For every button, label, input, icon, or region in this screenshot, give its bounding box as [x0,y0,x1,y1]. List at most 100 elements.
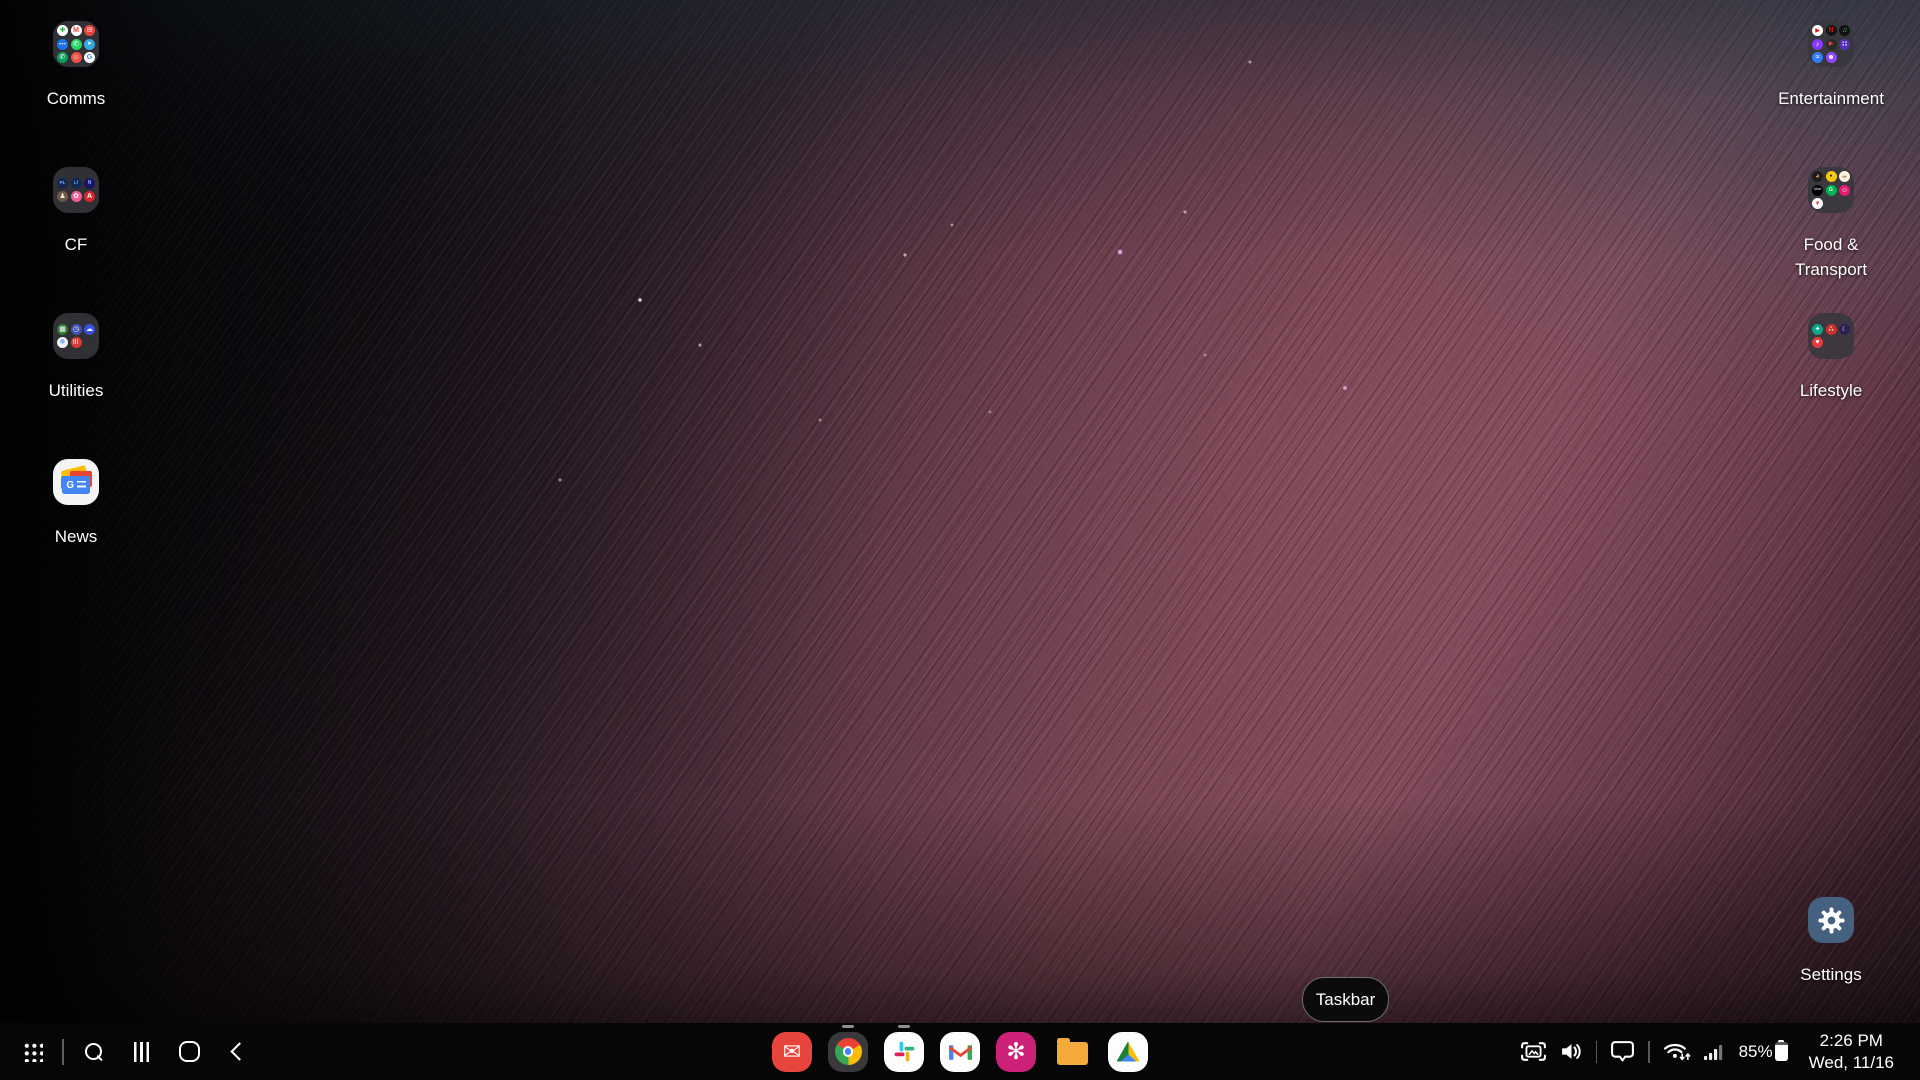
folder-food-transport-label: Food & Transport [1775,233,1887,282]
clock-date: Wed, 11/16 [1809,1052,1894,1074]
taskbar-status-group: 85% 2:26 PM Wed, 11/16 [1520,1023,1894,1080]
google-news-icon: G [53,459,99,505]
statue-app-mini-icon: ♟ [57,191,68,202]
google-drive-app-button[interactable] [1108,1032,1148,1072]
speaker-icon [1560,1041,1583,1062]
status-divider [1596,1041,1598,1063]
home-button[interactable] [172,1030,208,1074]
google-drive-icon [1117,1042,1140,1062]
music-mini-icon: ♪ [1812,39,1823,50]
google-chat-mini-icon: ✚ [57,25,68,36]
my-files-folder-icon [1057,1042,1088,1065]
gallery-app-button[interactable]: ✻ [996,1032,1036,1072]
home-icon [179,1041,200,1062]
folder-comms[interactable]: ✚ M ✉ ⋯ ✆ ➤ ✆ ☺ G Comms [6,21,146,112]
google-maps-mini-icon: ▼ [1812,198,1823,209]
cafe-app-mini-icon: ☕ [1839,171,1850,182]
uber-mini-icon: Uber [1812,185,1823,196]
recents-button[interactable] [124,1030,160,1074]
health-mini-icon: ♥ [1812,337,1823,348]
foodpanda-mini-icon: ☺ [1839,185,1850,196]
taskbar-nav-group [14,1023,256,1080]
netflix-mini-icon: N [1826,25,1837,36]
chrome-icon [835,1038,862,1065]
slack-icon [893,1040,916,1063]
snowflake-app-mini-icon: ❄ [57,337,68,348]
phone-mini-icon: ✆ [57,52,68,63]
finance-app-1-mini-icon: PL [57,178,68,189]
folder-utilities-label: Utilities [49,379,104,404]
signal-bars-icon [1704,1043,1726,1061]
twitch-mini-icon: ☻ [1826,52,1837,63]
screen-capture-button[interactable] [1520,1041,1547,1062]
chrome-running-indicator [842,1025,854,1029]
wave-music-mini-icon: ≈ [1812,52,1823,63]
settings-gear-icon [1808,897,1854,943]
app-settings[interactable]: Settings [1761,897,1901,988]
night-app-mini-icon: ☾ [1839,324,1850,335]
entertainment-folder-icon: ▶ N ♫ ♪ ▶ ∷ ≈ ☻ [1808,21,1854,67]
clock-mini-icon: ◷ [71,324,82,335]
battery-percent-text: 85% [1739,1042,1773,1062]
wifi-icon [1663,1041,1691,1062]
weather-mini-icon: ☁ [84,324,95,335]
yt-music-mini-icon: ▶ [1826,39,1837,50]
folder-food-transport[interactable]: ◕ ● ☕ Uber G ☺ ▼ Food & Transport [1761,167,1901,282]
screen-capture-icon [1520,1041,1547,1062]
taskbar-tooltip: Taskbar [1302,977,1389,1022]
voice-recorder-mini-icon: ||| [71,337,82,348]
gmail-app-button[interactable] [940,1032,980,1072]
clock[interactable]: 2:26 PM Wed, 11/16 [1809,1030,1894,1074]
chat-bubble-icon [1610,1040,1635,1063]
folder-cf-label: CF [65,233,88,258]
my-files-app-button[interactable] [1052,1032,1092,1072]
taskbar-divider [62,1039,64,1065]
messages-status-button[interactable] [1610,1040,1635,1063]
grab-mini-icon: G [1826,185,1837,196]
food-transport-folder-icon: ◕ ● ☕ Uber G ☺ ▼ [1808,167,1854,213]
acrobat-mini-icon: A [84,191,95,202]
slack-app-button[interactable] [884,1032,924,1072]
taskbar-tooltip-label: Taskbar [1316,990,1376,1010]
folder-lifestyle[interactable]: ✦ ∴ ☾ ♥ Lifestyle [1761,313,1901,404]
chrome-app-button[interactable] [828,1032,868,1072]
search-button[interactable] [76,1030,112,1074]
news-front-sheet: G [62,476,90,494]
gmail-mini-icon: M [71,25,82,36]
utilities-folder-icon: ▦ ◷ ☁ ❄ ||| [53,313,99,359]
app-news[interactable]: G News [6,459,146,550]
recents-icon [134,1042,149,1062]
folder-utilities[interactable]: ▦ ◷ ☁ ❄ ||| Utilities [6,313,146,404]
samsung-email-app-button[interactable]: ✉ [772,1032,812,1072]
finance-app-2-mini-icon: Lf [71,178,82,189]
status-divider [1648,1041,1650,1063]
comms-folder-icon: ✚ M ✉ ⋯ ✆ ➤ ✆ ☺ G [53,21,99,67]
taskbar: ✉ ✻ [0,1023,1920,1080]
yellow-food-app-mini-icon: ● [1826,171,1837,182]
back-button[interactable] [220,1030,256,1074]
purple-grid-app-mini-icon: ∷ [1839,39,1850,50]
food-delivery-mini-icon: ◕ [1812,171,1823,182]
finance-app-3-mini-icon: N [84,178,95,189]
taskbar-pinned-apps: ✉ ✻ [772,1023,1148,1080]
app-grid-icon [22,1041,43,1062]
lifestyle-folder-icon: ✦ ∴ ☾ ♥ [1808,313,1854,359]
clock-time: 2:26 PM [1809,1030,1894,1052]
wifi-status[interactable] [1663,1041,1691,1062]
app-drawer-button[interactable] [14,1030,50,1074]
folder-lifestyle-label: Lifestyle [1800,379,1862,404]
fitness-mini-icon: ✦ [1812,324,1823,335]
calendar-mini-icon: ▦ [57,324,68,335]
app-settings-label: Settings [1800,963,1861,988]
app-news-label: News [55,525,98,550]
email-envelope-icon: ✉ [783,1039,801,1065]
wallpaper[interactable] [0,0,1920,1080]
pets-mini-icon: ∴ [1826,324,1837,335]
folder-cf[interactable]: PL Lf N ♟ ✿ A CF [6,167,146,258]
signal-status[interactable] [1704,1043,1726,1061]
contacts-mini-icon: ☺ [71,52,82,63]
folder-entertainment[interactable]: ▶ N ♫ ♪ ▶ ∷ ≈ ☻ Entertainment [1761,21,1901,112]
spotify-mini-icon: ♫ [1839,25,1850,36]
volume-button[interactable] [1560,1041,1583,1062]
battery-status[interactable]: 85% [1739,1042,1788,1062]
